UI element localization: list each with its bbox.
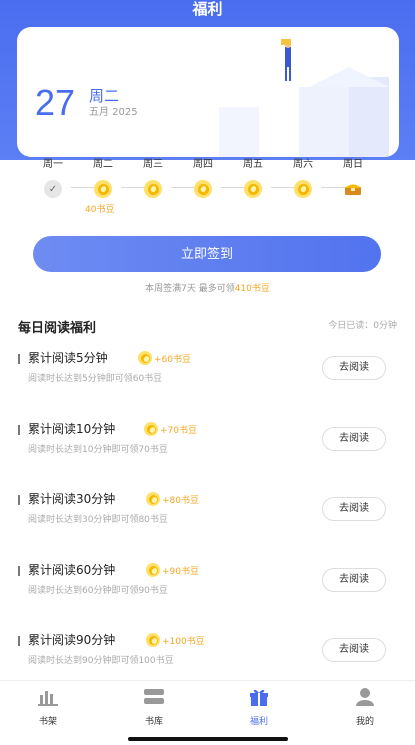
divider xyxy=(18,495,20,505)
task-item: 累计阅读30分钟 +80书豆 阅读时长达到30分钟即可领80书豆 去阅读 xyxy=(18,491,398,551)
task-reward: +70书豆 xyxy=(144,421,197,437)
coin-icon xyxy=(294,180,312,198)
coin-icon xyxy=(194,180,212,198)
coin-icon xyxy=(146,563,160,577)
task-name: 累计阅读60分钟 xyxy=(28,563,116,577)
coin-icon xyxy=(146,492,160,506)
task-description: 阅读时长达到10分钟即可领70书豆 xyxy=(28,445,168,455)
reward-amount: +70书豆 xyxy=(160,425,197,436)
coin-icon xyxy=(138,351,152,365)
day-label: 周三 xyxy=(143,159,163,170)
task-name: 累计阅读90分钟 xyxy=(28,633,116,647)
bookshelf-icon xyxy=(38,691,58,706)
go-read-button[interactable]: 去阅读 xyxy=(322,497,386,521)
day-label: 周二 xyxy=(93,159,113,170)
task-description: 阅读时长达到90分钟即可领100书豆 xyxy=(28,656,174,666)
day-tue[interactable]: 周二 xyxy=(83,158,123,198)
week-reward-note: 本周签满7天 最多可领410书豆 xyxy=(0,281,415,294)
day-label: 周五 xyxy=(243,159,263,170)
day-thu: 周四 xyxy=(183,158,223,198)
tab-label: 书库 xyxy=(144,717,163,727)
today-reward-label: 40书豆 xyxy=(85,205,115,215)
tab-welfare[interactable]: 福利 xyxy=(229,687,289,727)
task-reward: +60书豆 xyxy=(138,350,191,366)
home-indicator xyxy=(128,737,288,741)
coin-icon xyxy=(144,422,158,436)
go-read-button[interactable]: 去阅读 xyxy=(322,427,386,451)
task-name: 累计阅读30分钟 xyxy=(28,492,116,506)
divider xyxy=(18,354,20,364)
task-description: 阅读时长达到30分钟即可领80书豆 xyxy=(28,515,168,525)
go-read-button[interactable]: 去阅读 xyxy=(322,568,386,592)
task-item: 累计阅读5分钟 +60书豆 阅读时长达到5分钟即可领60书豆 去阅读 xyxy=(18,350,398,410)
reward-amount: +90书豆 xyxy=(162,566,199,577)
coin-icon xyxy=(244,180,262,198)
task-item: 累计阅读60分钟 +90书豆 阅读时长达到60分钟即可领90书豆 去阅读 xyxy=(18,562,398,622)
task-name: 累计阅读5分钟 xyxy=(28,351,108,365)
day-mon: 周一 ✓ xyxy=(33,158,73,198)
task-description: 阅读时长达到5分钟即可领60书豆 xyxy=(28,374,163,384)
reward-amount: +100书豆 xyxy=(162,636,205,647)
treasure-chest-icon xyxy=(344,180,362,198)
date-number: 27 xyxy=(35,82,76,123)
checked-icon: ✓ xyxy=(44,180,62,198)
today-read-time: 今日已读：0分钟 xyxy=(328,321,397,331)
divider xyxy=(18,566,20,576)
tab-profile[interactable]: 我的 xyxy=(335,687,395,727)
task-reward: +90书豆 xyxy=(146,562,199,578)
day-label: 周四 xyxy=(193,159,213,170)
note-text: 本周签满7天 最多可领 xyxy=(145,284,235,294)
tab-label: 书架 xyxy=(38,717,57,727)
day-label: 周六 xyxy=(293,159,313,170)
month-label: 五月 2025 xyxy=(89,107,138,118)
coin-icon xyxy=(146,633,160,647)
tab-library[interactable]: 书库 xyxy=(124,687,184,727)
day-label: 周日 xyxy=(343,159,363,170)
day-label: 周一 xyxy=(43,159,63,170)
divider xyxy=(18,425,20,435)
tab-label: 福利 xyxy=(249,717,268,727)
city-illustration xyxy=(219,39,389,157)
task-reward: +80书豆 xyxy=(146,491,199,507)
page-title: 福利 xyxy=(192,0,223,18)
library-icon xyxy=(144,689,164,704)
tab-bookshelf[interactable]: 书架 xyxy=(18,687,78,727)
go-read-button[interactable]: 去阅读 xyxy=(322,638,386,662)
gift-icon xyxy=(250,689,268,706)
day-sat: 周六 xyxy=(283,158,323,198)
coin-icon xyxy=(94,180,112,198)
coin-icon xyxy=(144,180,162,198)
task-description: 阅读时长达到60分钟即可领90书豆 xyxy=(28,586,168,596)
bottom-tab-bar: 书架 书库 福利 我的 xyxy=(0,680,415,745)
checkin-button[interactable]: 立即签到 xyxy=(33,236,381,272)
reward-amount: +60书豆 xyxy=(154,354,191,365)
checkin-card: 27 周二 五月 2025 xyxy=(17,27,399,157)
weekday-label: 周二 xyxy=(89,87,120,105)
daily-reading-title: 每日阅读福利 xyxy=(18,321,97,336)
task-name: 累计阅读10分钟 xyxy=(28,422,116,436)
reward-amount: +80书豆 xyxy=(162,495,199,506)
profile-icon xyxy=(356,688,374,706)
tab-label: 我的 xyxy=(355,717,374,727)
day-fri: 周五 xyxy=(233,158,273,198)
divider xyxy=(18,636,20,646)
note-highlight: 410书豆 xyxy=(234,284,270,294)
task-reward: +100书豆 xyxy=(146,632,205,648)
task-item: 累计阅读10分钟 +70书豆 阅读时长达到10分钟即可领70书豆 去阅读 xyxy=(18,421,398,481)
day-sun: 周日 xyxy=(333,158,373,198)
day-wed: 周三 xyxy=(133,158,173,198)
go-read-button[interactable]: 去阅读 xyxy=(322,356,386,380)
